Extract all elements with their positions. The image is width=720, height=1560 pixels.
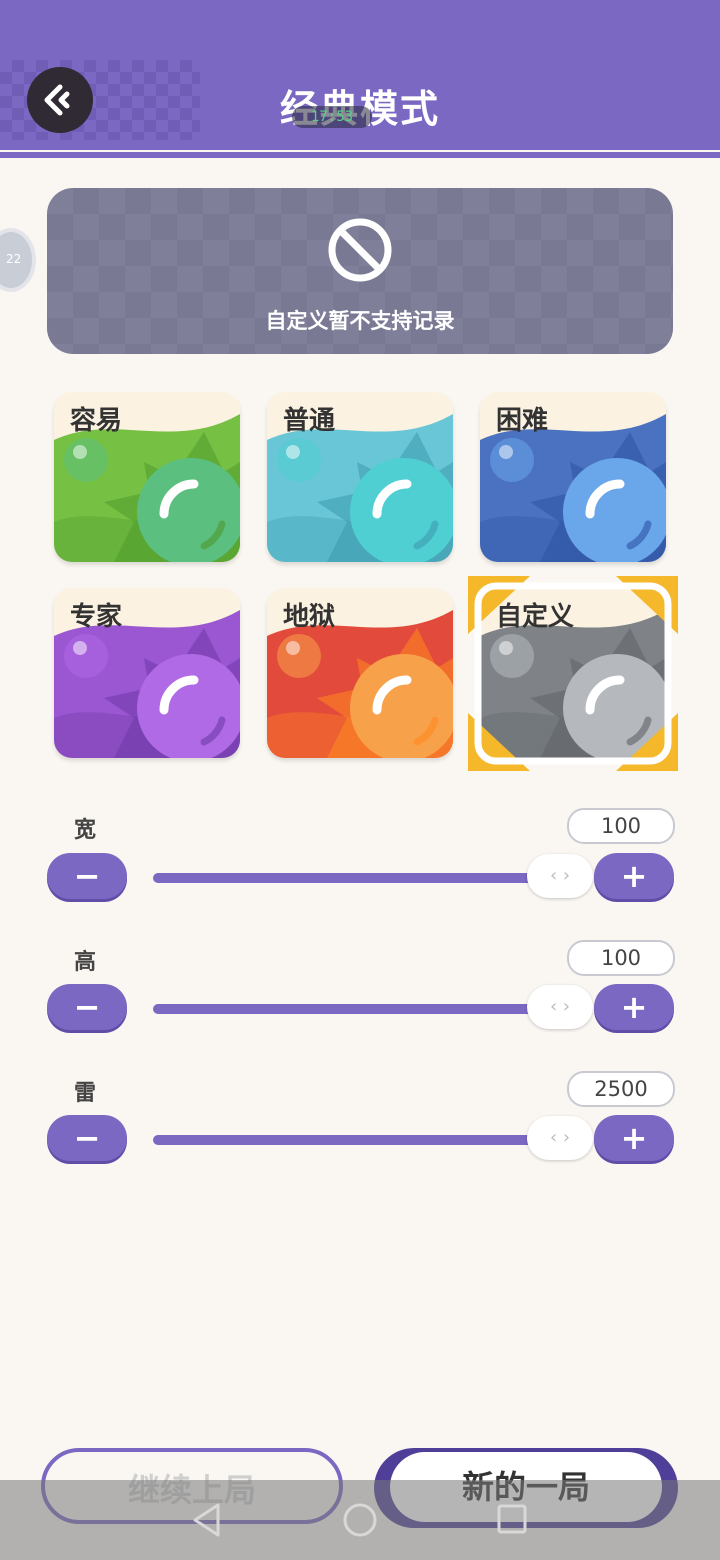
system-nav-bar bbox=[0, 1480, 720, 1560]
header-divider bbox=[0, 152, 720, 158]
difficulty-label: 地狱 bbox=[283, 602, 336, 632]
difficulty-card-1[interactable]: 普通 bbox=[267, 392, 453, 562]
difficulty-label: 专家 bbox=[70, 602, 123, 632]
width-value-input[interactable]: 100 bbox=[567, 808, 675, 844]
height-minus-button[interactable]: − bbox=[47, 984, 127, 1030]
width-slider-thumb[interactable]: ‹ › bbox=[527, 854, 593, 898]
height-value-input[interactable]: 100 bbox=[567, 940, 675, 976]
selected-corner-frame bbox=[468, 576, 678, 771]
height-slider-thumb[interactable]: ‹ › bbox=[527, 985, 593, 1029]
mines-slider-thumb[interactable]: ‹ › bbox=[527, 1116, 593, 1160]
width-minus-button[interactable]: − bbox=[47, 853, 127, 899]
difficulty-label: 普通 bbox=[283, 406, 336, 436]
record-notice-text: 自定义暂不支持记录 bbox=[265, 309, 455, 333]
mines-slider-track[interactable] bbox=[153, 1135, 533, 1145]
nav-back-icon[interactable] bbox=[190, 1502, 224, 1538]
width-plus-button[interactable]: + bbox=[594, 853, 674, 899]
nav-home-icon[interactable] bbox=[342, 1502, 378, 1538]
height-label: 高 bbox=[74, 950, 97, 975]
nav-recents-icon[interactable] bbox=[496, 1503, 528, 1535]
width-slider-track[interactable] bbox=[153, 873, 533, 883]
height-plus-button[interactable]: + bbox=[594, 984, 674, 1030]
mines-minus-button[interactable]: − bbox=[47, 1115, 127, 1161]
difficulty-label: 容易 bbox=[70, 406, 123, 436]
prohibited-icon bbox=[328, 218, 392, 282]
difficulty-card-4[interactable]: 地狱 bbox=[267, 588, 453, 758]
timer-badge: 17:53 bbox=[292, 106, 372, 128]
mines-plus-button[interactable]: + bbox=[594, 1115, 674, 1161]
mines-label: 雷 bbox=[74, 1081, 97, 1106]
width-label: 宽 bbox=[74, 818, 97, 843]
side-badge-text: 22 bbox=[6, 252, 22, 266]
difficulty-card-3[interactable]: 专家 bbox=[54, 588, 240, 758]
height-slider-track[interactable] bbox=[153, 1004, 533, 1014]
difficulty-card-0[interactable]: 容易 bbox=[54, 392, 240, 562]
mines-value-input[interactable]: 2500 bbox=[567, 1071, 675, 1107]
difficulty-card-2[interactable]: 困难 bbox=[480, 392, 666, 562]
side-avatar-badge[interactable]: 22 bbox=[0, 228, 36, 292]
difficulty-label: 困难 bbox=[496, 406, 549, 436]
